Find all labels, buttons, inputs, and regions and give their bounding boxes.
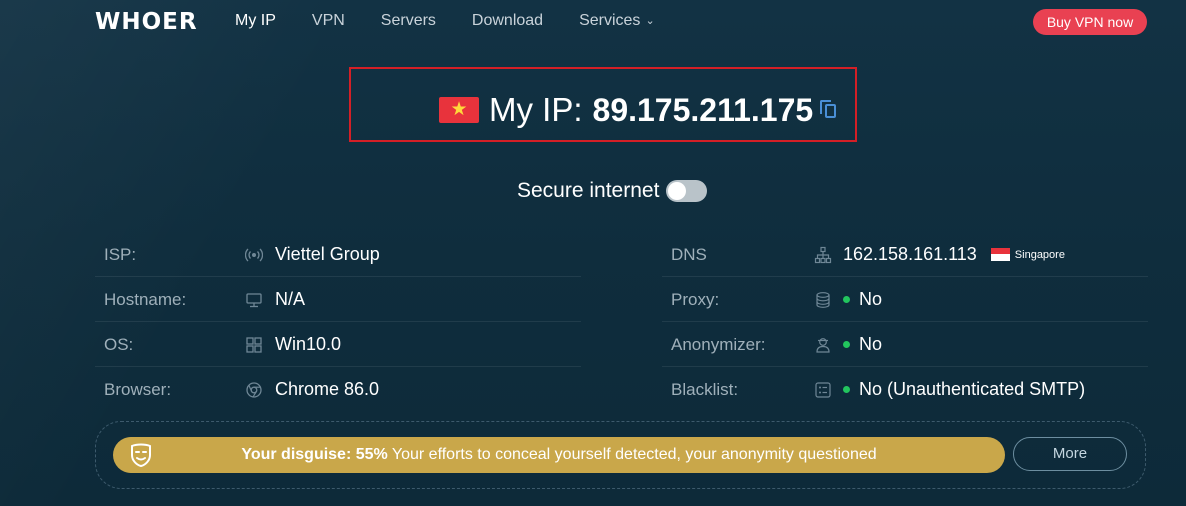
os-label: OS: xyxy=(104,335,134,354)
status-dot xyxy=(843,341,850,348)
header: WHOER My IP VPN Servers Download Service… xyxy=(0,0,1186,44)
disguise-percent: Your disguise: 55% xyxy=(241,446,388,463)
info-row-browser: Browser: Chrome 86.0 xyxy=(95,368,581,412)
proxy-status: No xyxy=(859,289,883,309)
buy-vpn-button[interactable]: Buy VPN now xyxy=(1033,9,1147,35)
anonymizer-label: Anonymizer: xyxy=(671,335,766,354)
hostname-label: Hostname: xyxy=(104,290,187,309)
monitor-icon xyxy=(246,293,262,308)
browser-label: Browser: xyxy=(104,380,172,399)
disguise-panel: Your disguise: 55% Your efforts to conce… xyxy=(95,421,1146,489)
info-row-hostname: Hostname: N/A xyxy=(95,278,581,322)
dns-label: DNS xyxy=(671,245,707,264)
more-button[interactable]: More xyxy=(1013,437,1127,471)
dns-country: Singapore xyxy=(1014,249,1065,262)
proxy-label: Proxy: xyxy=(671,290,720,309)
anonymizer-status: No xyxy=(859,334,883,354)
toggle-knob xyxy=(668,182,687,200)
status-dot xyxy=(843,386,850,393)
dns-value: 162.158.161.113 Singapore xyxy=(843,244,1065,265)
user-icon xyxy=(816,338,830,353)
disguise-message: Your disguise: 55% Your efforts to conce… xyxy=(113,446,1005,464)
list-icon xyxy=(815,382,831,398)
ip-label: My IP: xyxy=(489,91,583,128)
nav-services-label: Services xyxy=(579,12,641,29)
logo[interactable]: WHOER xyxy=(95,9,198,35)
blacklist-value: No (Unauthenticated SMTP) xyxy=(843,379,1085,400)
connection-info-left: ISP: Viettel Group Hostname: N/A OS: Win… xyxy=(95,233,581,413)
disguise-detail: Your efforts to conceal yourself detecte… xyxy=(387,446,877,463)
network-icon xyxy=(814,246,832,264)
ip-highlight-box: ★ My IP: 89.175.211.175 xyxy=(349,67,857,142)
main-nav: My IP VPN Servers Download Services ⌄ xyxy=(235,12,691,30)
copy-icon[interactable] xyxy=(819,99,839,121)
info-row-os: OS: Win10.0 xyxy=(95,323,581,367)
info-row-anonymizer: Anonymizer: No xyxy=(662,323,1148,367)
blacklist-label: Blacklist: xyxy=(671,380,739,399)
dns-ip: 162.158.161.113 xyxy=(843,244,977,264)
browser-value: Chrome 86.0 xyxy=(275,379,380,399)
broadcast-icon xyxy=(245,248,263,262)
nav-services[interactable]: Services ⌄ xyxy=(579,12,655,30)
proxy-value: No xyxy=(843,289,882,310)
ip-display: ★ My IP: 89.175.211.175 xyxy=(439,91,839,129)
database-icon xyxy=(816,292,830,308)
vietnam-flag-icon: ★ xyxy=(439,97,479,123)
os-value: Win10.0 xyxy=(275,334,342,354)
isp-value: Viettel Group xyxy=(275,244,380,264)
secure-internet-label: Secure internet xyxy=(517,179,660,202)
singapore-flag-icon xyxy=(990,247,1010,261)
chrome-icon xyxy=(246,382,262,398)
chevron-down-icon: ⌄ xyxy=(645,15,655,27)
isp-label: ISP: xyxy=(104,245,137,264)
disguise-bar: Your disguise: 55% Your efforts to conce… xyxy=(113,437,1005,473)
nav-vpn[interactable]: VPN xyxy=(312,12,345,30)
info-row-blacklist: Blacklist: No (Unauthenticated SMTP) xyxy=(662,368,1148,412)
ip-value: 89.175.211.175 xyxy=(592,91,814,128)
nav-servers[interactable]: Servers xyxy=(381,12,436,30)
status-dot xyxy=(843,296,850,303)
info-row-proxy: Proxy: No xyxy=(662,278,1148,322)
secure-internet-toggle[interactable] xyxy=(666,180,708,202)
nav-my-ip[interactable]: My IP xyxy=(235,12,276,30)
connection-info-right: DNS 162.158.161.113 Singapore Proxy: No A… xyxy=(662,233,1148,413)
blacklist-status: No (Unauthenticated SMTP) xyxy=(859,379,1086,399)
info-row-dns: DNS 162.158.161.113 Singapore xyxy=(662,233,1148,277)
windows-icon xyxy=(246,337,262,353)
anonymizer-value: No xyxy=(843,334,882,355)
hostname-value: N/A xyxy=(275,289,306,309)
secure-internet: Secure internet xyxy=(517,179,708,203)
info-row-isp: ISP: Viettel Group xyxy=(95,233,581,277)
nav-download[interactable]: Download xyxy=(472,12,543,30)
